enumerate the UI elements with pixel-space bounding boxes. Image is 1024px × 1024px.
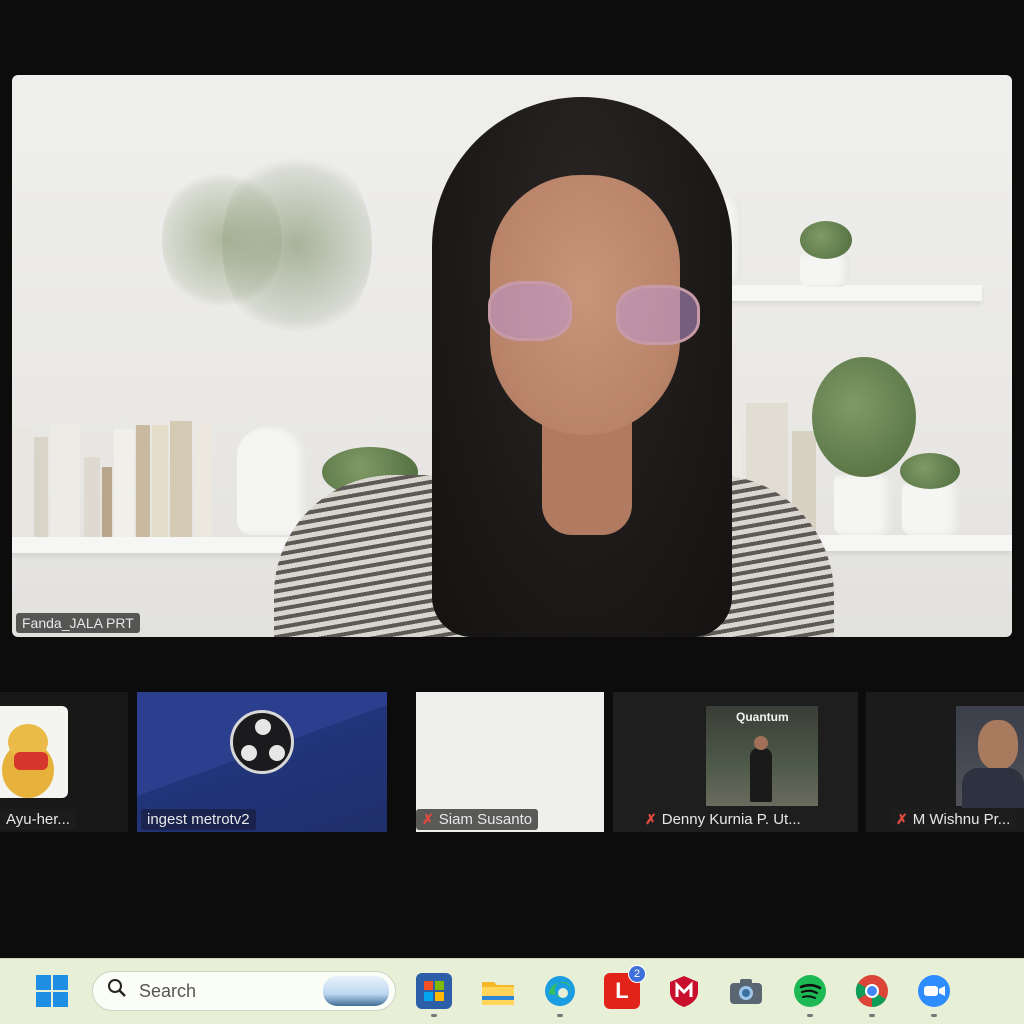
office-l-icon[interactable]: L 2 [604,965,646,1009]
taskbar-search[interactable] [92,971,396,1011]
muted-mic-icon: ✗ [422,811,434,827]
right-lower-pot [834,475,892,535]
muted-mic-icon: ✗ [645,811,657,827]
taskbar: L 2 [0,958,1024,1024]
glasses-left-lens [488,281,572,341]
glasses-right-lens [616,285,700,345]
participant-tile[interactable]: Ayu-her... [0,692,128,832]
left-shelf [12,537,312,553]
participant-tile[interactable]: ✗ M Wishnu Pr... [866,692,1024,832]
microsoft-store-icon[interactable] [416,973,452,1017]
edge-icon[interactable] [542,973,578,1017]
right-upper-shelf [722,285,982,301]
participant-avatar [0,706,68,798]
mcafee-icon[interactable] [666,973,702,1009]
zoom-icon[interactable] [916,973,952,1017]
right-upper-plant [800,221,852,259]
vase [237,427,307,535]
participant-tile[interactable]: Quantum ✗ Denny Kurnia P. Ut... [613,692,858,832]
right-small-plant [900,453,960,489]
participant-name: Denny Kurnia P. Ut... [661,811,801,828]
participant-name-tag: ✗ Denny Kurnia P. Ut... [639,809,807,830]
spotify-icon[interactable] [792,973,828,1017]
participant-video: Quantum [706,706,818,806]
participant-name: Ayu-her... [0,809,76,830]
windows-start-icon[interactable] [34,973,70,1009]
speaker-video[interactable]: Fanda_JALA PRT [12,75,1012,637]
muted-mic-icon: ✗ [896,811,908,827]
participant-name: ingest metrotv2 [141,809,256,830]
camera-icon[interactable] [728,973,764,1009]
search-input[interactable] [139,980,309,1002]
participant-name-tag: ✗ M Wishnu Pr... [890,809,1017,830]
participant-tile[interactable]: ✗ Siam Susanto [416,692,604,832]
participant-name: Siam Susanto [438,811,533,828]
right-lower-plant [812,357,916,477]
notification-badge: 2 [628,965,646,983]
participant-name: M Wishnu Pr... [912,811,1011,828]
participant-tile[interactable]: ingest metrotv2 [137,692,387,832]
right-small-pot [902,483,960,535]
background-sign: Quantum [736,710,789,724]
file-explorer-icon[interactable] [480,973,516,1009]
obs-logo-icon [230,710,294,774]
chrome-icon[interactable] [854,973,890,1017]
search-highlight-image [323,976,389,1006]
participant-video [956,706,1024,808]
search-icon [107,978,127,1004]
speaker-name-tag: Fanda_JALA PRT [16,613,140,633]
participant-name-tag: ✗ Siam Susanto [416,809,539,830]
